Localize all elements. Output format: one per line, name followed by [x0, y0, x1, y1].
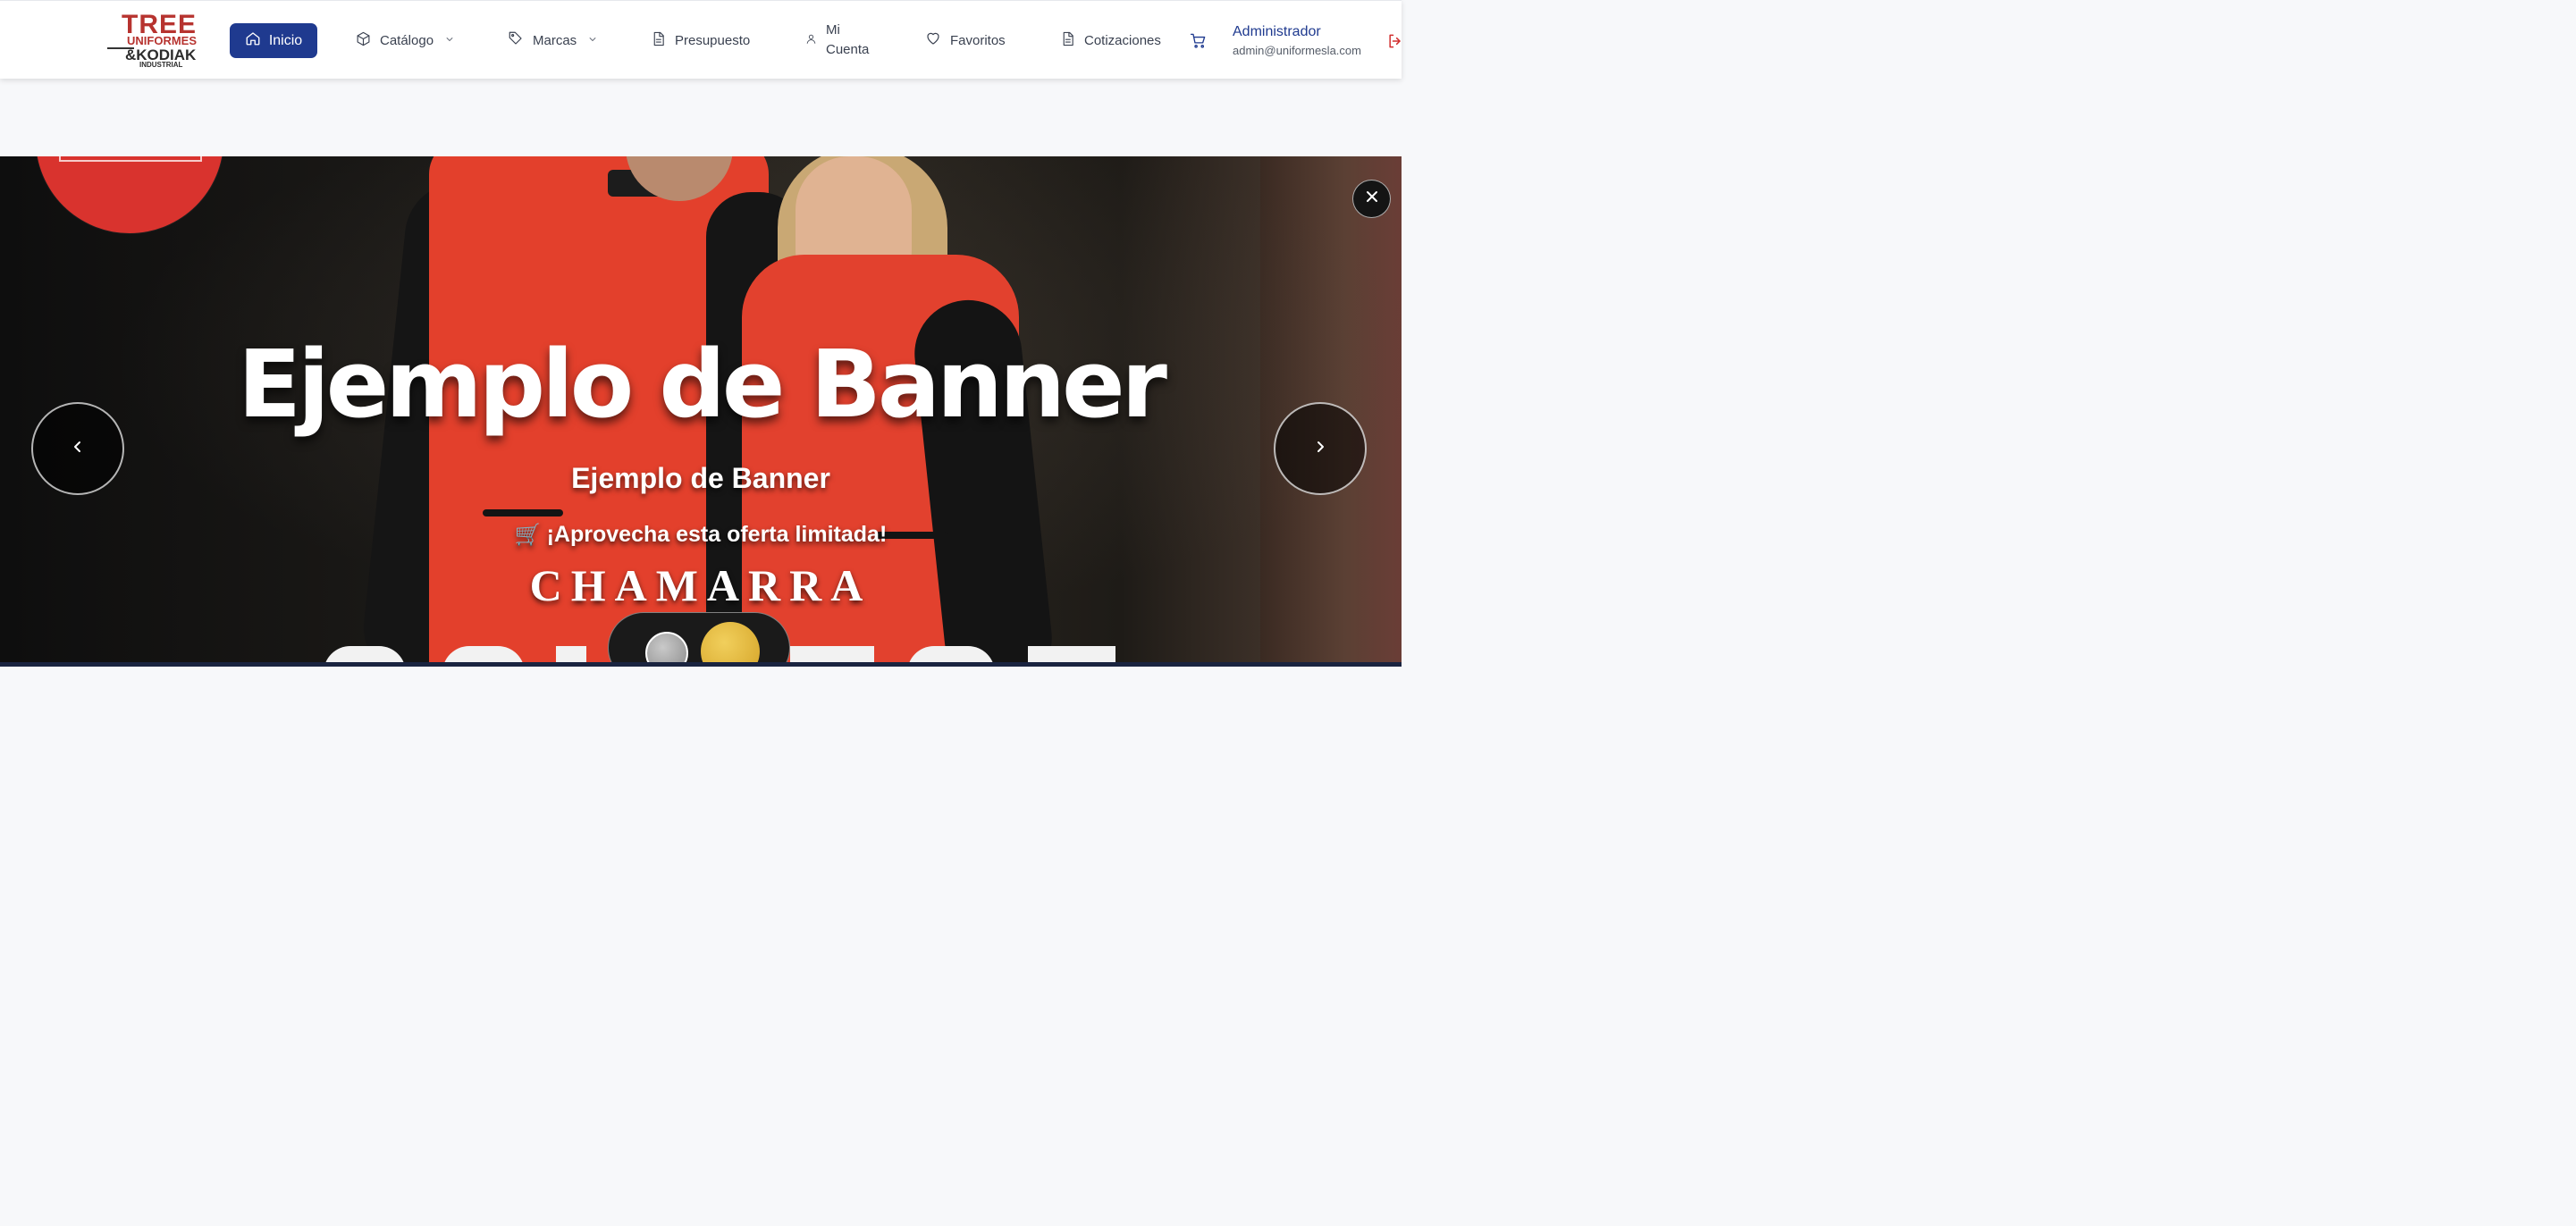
bottom-edge-bar	[0, 662, 1402, 667]
top-navigation: TREE UNIFORMES &KODIAK INDUSTRIAL Inicio…	[0, 0, 1402, 79]
logout-icon	[1386, 34, 1404, 54]
nav-budget[interactable]: Presupuesto	[651, 1, 750, 80]
cart-button[interactable]	[1190, 32, 1207, 54]
nav-account-line2: Cuenta	[826, 42, 870, 57]
nav-account[interactable]: Mi Cuenta	[805, 1, 869, 80]
nav-home-button[interactable]: Inicio	[230, 23, 317, 58]
home-icon	[245, 30, 261, 51]
logo-text-uniformes: UNIFORMES	[127, 34, 197, 47]
nav-budget-label: Presupuesto	[675, 32, 751, 48]
user-icon	[805, 33, 817, 48]
box-icon	[356, 31, 371, 50]
logout-button[interactable]	[1386, 32, 1404, 55]
cart-icon	[1190, 33, 1207, 53]
user-name[interactable]: Administrador	[1233, 24, 1321, 40]
banner-product-name: CHAMARRA	[529, 560, 872, 610]
shopping-cart-icon: 🛒	[514, 523, 542, 547]
nav-account-line1: Mi	[826, 22, 840, 38]
chevron-down-icon	[587, 33, 598, 48]
banner-offer-text: ¡Aprovecha esta oferta limitada!	[546, 522, 888, 547]
close-banner-button[interactable]	[1352, 180, 1391, 218]
document-icon	[1060, 31, 1075, 50]
nav-account-label: Mi Cuenta	[826, 21, 869, 60]
nav-home-label: Inicio	[268, 32, 303, 48]
chevron-right-icon	[1314, 441, 1326, 458]
heart-icon	[925, 30, 941, 50]
logo-text-industrial: INDUSTRIAL	[139, 61, 183, 69]
nav-quotes-label: Cotizaciones	[1084, 32, 1161, 48]
nav-quotes[interactable]: Cotizaciones	[1060, 1, 1161, 80]
banner-offer: 🛒 ¡Aprovecha esta oferta limitada!	[0, 521, 1402, 549]
nav-catalog-label: Catálogo	[380, 32, 434, 48]
document-icon	[651, 31, 666, 50]
decorative-outline-box	[59, 156, 202, 162]
user-email: admin@uniformesla.com	[1233, 44, 1361, 57]
banner-photo-stripe	[483, 509, 563, 516]
header-spacer	[0, 80, 1402, 156]
nav-favorites[interactable]: Favoritos	[925, 1, 1006, 80]
close-icon	[1366, 190, 1378, 207]
nav-brands-label: Marcas	[533, 32, 577, 48]
banner-title: Ejemplo de Banner	[238, 330, 1167, 439]
color-selector	[608, 612, 790, 667]
hero-banner: Ejemplo de Banner Ejemplo de Banner 🛒 ¡Ap…	[0, 156, 1402, 667]
chevron-down-icon	[444, 33, 455, 48]
nav-favorites-label: Favoritos	[950, 32, 1006, 48]
brand-logo[interactable]: TREE UNIFORMES &KODIAK INDUSTRIAL	[105, 12, 204, 71]
nav-brands[interactable]: Marcas	[508, 1, 598, 80]
nav-catalog[interactable]: Catálogo	[356, 1, 455, 80]
banner-subtitle: Ejemplo de Banner	[571, 462, 830, 494]
tag-icon	[508, 30, 524, 50]
chevron-left-icon	[72, 441, 84, 458]
